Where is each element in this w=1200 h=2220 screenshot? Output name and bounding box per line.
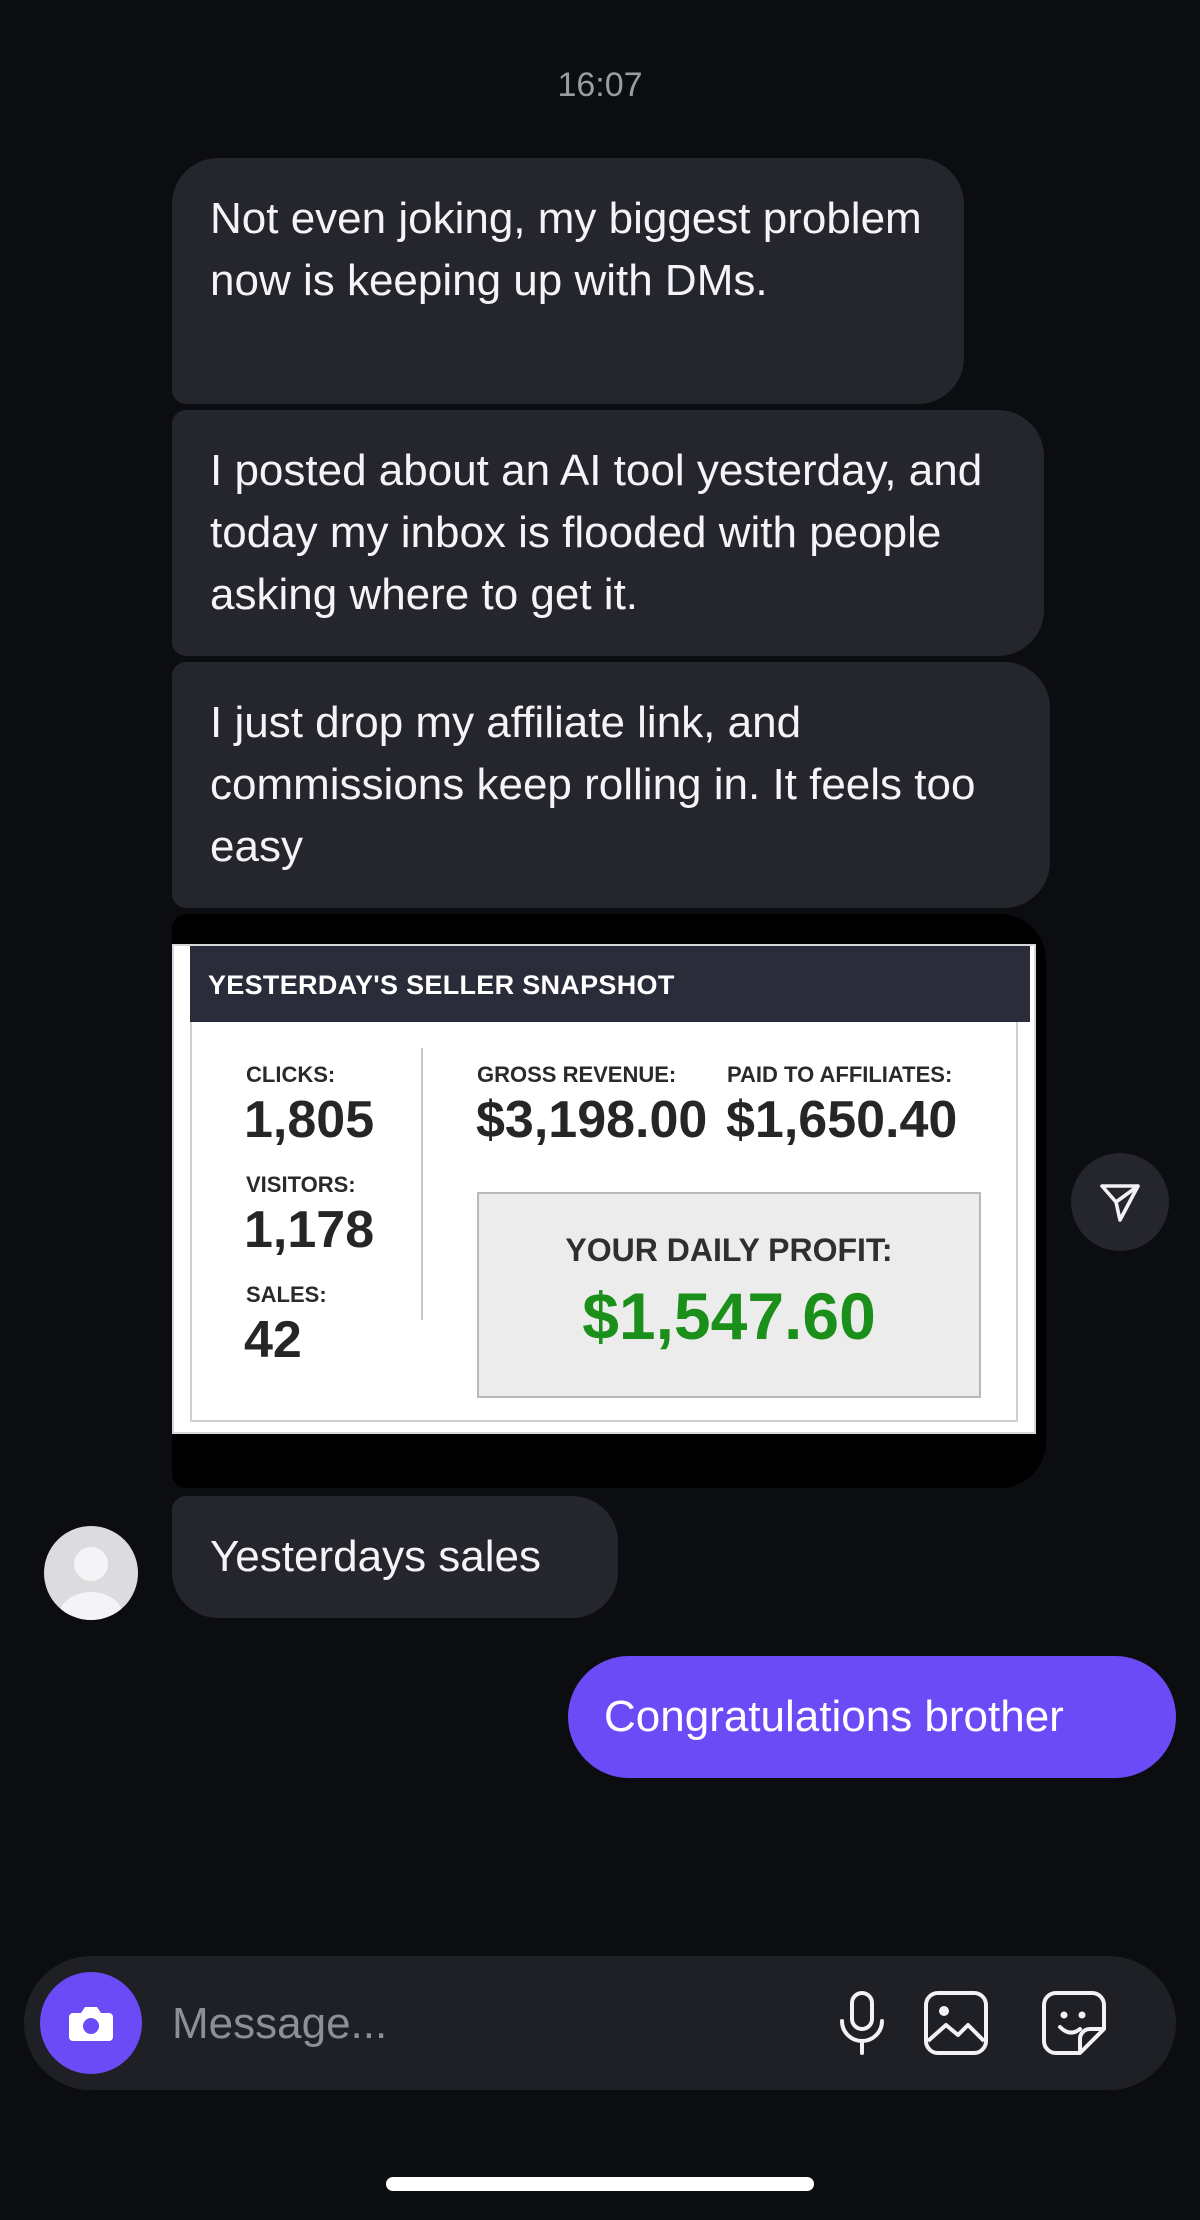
send-icon — [1100, 1184, 1140, 1222]
gallery-button[interactable] — [920, 1987, 992, 2059]
gross-revenue-value: $3,198.00 — [476, 1091, 708, 1149]
paid-to-affiliates-value: $1,650.40 — [726, 1091, 958, 1149]
received-image-message[interactable]: YESTERDAY'S SELLER SNAPSHOT CLICKS: 1,80… — [172, 914, 1046, 1488]
daily-profit-box: YOUR DAILY PROFIT: $1,547.60 — [477, 1192, 981, 1398]
camera-icon — [69, 2007, 113, 2041]
visitors-value: 1,178 — [244, 1201, 375, 1259]
daily-profit-label: YOUR DAILY PROFIT: — [565, 1232, 893, 1268]
seller-snapshot-image: YESTERDAY'S SELLER SNAPSHOT CLICKS: 1,80… — [172, 944, 1036, 1434]
home-indicator[interactable] — [386, 2177, 814, 2191]
clicks-value: 1,805 — [244, 1091, 375, 1149]
sales-value: 42 — [244, 1311, 302, 1369]
avatar[interactable] — [44, 1526, 138, 1620]
gross-revenue-label: GROSS REVENUE: — [477, 1062, 677, 1087]
sticker-icon — [1042, 1991, 1106, 2055]
received-message-1[interactable]: Not even joking, my biggest problem now … — [172, 158, 964, 404]
daily-profit-value: $1,547.60 — [582, 1279, 876, 1353]
microphone-button[interactable] — [826, 1987, 898, 2059]
chat-screen: 16:07 Not even joking, my biggest proble… — [0, 0, 1200, 2220]
share-button[interactable] — [1071, 1153, 1169, 1251]
camera-button[interactable] — [40, 1972, 142, 2074]
sales-label: SALES: — [246, 1282, 327, 1307]
microphone-icon — [840, 1991, 884, 2055]
paid-to-affiliates-label: PAID TO AFFILIATES: — [727, 1062, 953, 1087]
snapshot-title: YESTERDAY'S SELLER SNAPSHOT — [190, 946, 1030, 1022]
received-message-2[interactable]: I posted about an AI tool yesterday, and… — [172, 410, 1044, 656]
message-timestamp: 16:07 — [557, 66, 643, 104]
snapshot-divider — [421, 1048, 423, 1320]
received-message-4[interactable]: Yesterdays sales — [172, 1496, 618, 1618]
received-message-3[interactable]: I just drop my affiliate link, and commi… — [172, 662, 1050, 908]
avatar-icon — [59, 1547, 123, 1620]
image-icon — [924, 1991, 988, 2055]
sticker-button[interactable] — [1038, 1987, 1110, 2059]
message-composer — [24, 1956, 1176, 2090]
message-input[interactable] — [172, 1996, 632, 2052]
visitors-label: VISITORS: — [246, 1172, 356, 1197]
clicks-label: CLICKS: — [246, 1062, 336, 1087]
sent-message[interactable]: Congratulations brother — [568, 1656, 1176, 1778]
